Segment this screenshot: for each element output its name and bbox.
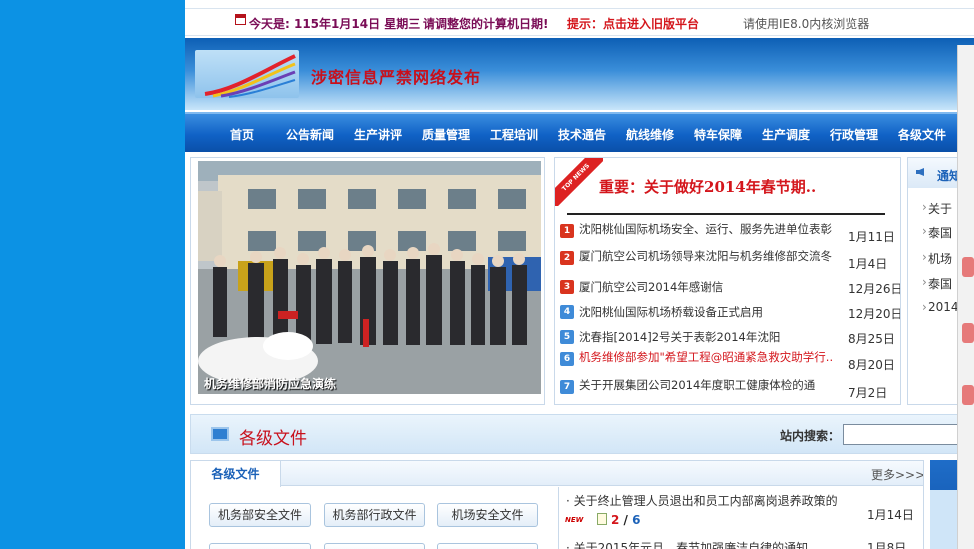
site-logo xyxy=(195,50,299,98)
doc-category-button[interactable] xyxy=(209,543,311,549)
nav-item-administration[interactable]: 行政管理 xyxy=(830,126,878,143)
page-icon xyxy=(597,513,607,525)
monitor-icon xyxy=(211,427,229,441)
site-search-label: 站内搜索： xyxy=(780,429,841,443)
news-item-title[interactable]: 机务维修部参加"希望工程@昭通紧急救灾助学行.. xyxy=(579,350,834,364)
photo-news-box: 机务维修部消防应急演练 xyxy=(190,157,545,405)
top-news-box: TOP NEWS 重要：关于做好2014年春节期.. 1 沈阳桃仙国际机场安全、… xyxy=(554,157,901,405)
new-badge: NEW xyxy=(565,516,584,524)
nav-item-documents[interactable]: 各级文件 xyxy=(898,126,946,143)
notice-item[interactable]: 泰国 xyxy=(922,275,952,292)
news-item-date: 12月26日 xyxy=(848,282,901,296)
maintenance-admin-docs-button[interactable]: 机务部行政文件 xyxy=(324,503,425,527)
news-item-date: 1月11日 xyxy=(848,230,895,244)
documents-panel: 各级文件 更多>>> 机务部安全文件 机务部行政文件 机场安全文件 · 关于终止… xyxy=(190,460,924,549)
news-item-title[interactable]: 沈春指[2014]2号关于表彰2014年沈阳 xyxy=(579,330,834,344)
nav-item-training[interactable]: 工程培训 xyxy=(490,126,538,143)
headline-divider xyxy=(567,213,885,215)
nav-item-line-maintenance[interactable]: 航线维修 xyxy=(626,126,674,143)
document-item-date: 1月8日 xyxy=(867,541,907,549)
news-item-date: 8月25日 xyxy=(848,332,895,346)
maintenance-safety-docs-button[interactable]: 机务部安全文件 xyxy=(209,503,311,527)
notice-item[interactable]: 泰国 xyxy=(922,224,952,241)
notice-item[interactable]: 机场 xyxy=(922,250,952,267)
doc-category-button[interactable] xyxy=(437,543,538,549)
side-panel-icon[interactable] xyxy=(962,323,974,343)
nav-item-quality[interactable]: 质量管理 xyxy=(422,126,470,143)
side-panel-icon[interactable] xyxy=(962,385,974,405)
browser-side-panel xyxy=(957,45,974,549)
news-item-title[interactable]: 沈阳桃仙国际机场安全、运行、服务先进单位表彰 xyxy=(579,222,834,236)
news-rank-badge: 7 xyxy=(560,380,574,394)
news-rank-badge: 3 xyxy=(560,280,574,294)
page: 今天是: 115年1月14日 星期三 请调整您的计算机日期! 提示：点击进入旧版… xyxy=(185,0,974,549)
site-search-input[interactable] xyxy=(843,424,974,445)
notice-item[interactable]: 2014 xyxy=(922,300,958,314)
main-nav: 首页 公告新闻 生产讲评 质量管理 工程培训 技术通告 航线维修 特车保障 生产… xyxy=(185,112,974,152)
section-title: 各级文件 xyxy=(239,429,307,449)
nav-item-announcements[interactable]: 公告新闻 xyxy=(286,126,334,143)
documents-divider xyxy=(558,487,559,549)
news-photo[interactable]: 机务维修部消防应急演练 xyxy=(198,161,541,394)
nav-item-tech-notices[interactable]: 技术通告 xyxy=(558,126,606,143)
nav-item-home[interactable]: 首页 xyxy=(230,126,254,143)
notice-item[interactable]: 关于 xyxy=(922,200,952,217)
tab-documents[interactable]: 各级文件 xyxy=(191,461,281,487)
nav-item-dispatch[interactable]: 生产调度 xyxy=(762,126,810,143)
document-item-title[interactable]: · 关于终止管理人员退出和员工内部离岗退养政策的 xyxy=(566,492,838,509)
old-platform-link[interactable]: 提示：点击进入旧版平台 xyxy=(567,15,699,32)
browser-notice: 请使用IE8.0内核浏览器 xyxy=(743,17,870,31)
photo-caption[interactable]: 机务维修部消防应急演练 xyxy=(204,375,336,392)
pager-total[interactable]: 6 xyxy=(632,513,640,527)
pager-separator: / xyxy=(619,513,633,527)
news-rank-badge: 1 xyxy=(560,224,574,238)
speaker-icon xyxy=(916,168,924,176)
news-item-date: 1月4日 xyxy=(848,257,888,271)
top-info-bar: 今天是: 115年1月14日 星期三 请调整您的计算机日期! 提示：点击进入旧版… xyxy=(185,8,974,36)
nav-item-production-review[interactable]: 生产讲评 xyxy=(354,126,402,143)
news-item-title[interactable]: 厦门航空公司机场领导来沈阳与机务维修部交流冬 xyxy=(579,249,834,263)
adjust-date-notice: 请调整您的计算机日期! xyxy=(423,17,549,31)
news-item-date: 12月20日 xyxy=(848,307,901,321)
documents-tab-bar: 各级文件 更多>>> xyxy=(191,461,923,487)
documents-section-header: 各级文件 站内搜索： xyxy=(190,414,974,454)
news-item-date: 8月20日 xyxy=(848,358,895,372)
news-item-date: 7月2日 xyxy=(848,386,888,400)
news-item-title[interactable]: 关于开展集团公司2014年度职工健康体检的通 xyxy=(579,378,834,392)
document-item-title[interactable]: · 关于2015年元旦、春节加强廉洁自律的通知 xyxy=(566,539,808,549)
today-date: 今天是: 115年1月14日 星期三 xyxy=(249,17,421,31)
calendar-icon xyxy=(235,14,246,25)
news-rank-badge: 6 xyxy=(560,352,574,366)
document-item-date: 1月14日 xyxy=(867,508,914,522)
news-rank-badge: 4 xyxy=(560,305,574,319)
news-item-title[interactable]: 厦门航空公司2014年感谢信 xyxy=(579,280,834,294)
side-panel-icon[interactable] xyxy=(962,257,974,277)
news-rank-badge: 5 xyxy=(560,330,574,344)
banner-slogan: 涉密信息严禁网络发布 xyxy=(311,68,482,87)
news-rank-badge: 2 xyxy=(560,251,574,265)
top-news-ribbon: TOP NEWS xyxy=(555,158,603,206)
doc-category-button[interactable] xyxy=(324,543,425,549)
news-headline[interactable]: 重要：关于做好2014年春节期.. xyxy=(599,176,816,197)
more-link[interactable]: 更多>>> xyxy=(871,466,923,483)
pager: 2 / 6 xyxy=(611,513,640,527)
nav-item-special-vehicles[interactable]: 特车保障 xyxy=(694,126,742,143)
airport-safety-docs-button[interactable]: 机场安全文件 xyxy=(437,503,538,527)
top-news-ribbon-label: TOP NEWS xyxy=(555,158,603,206)
news-item-title[interactable]: 沈阳桃仙国际机场桥载设备正式启用 xyxy=(579,305,834,319)
header-banner: 涉密信息严禁网络发布 xyxy=(185,38,974,110)
